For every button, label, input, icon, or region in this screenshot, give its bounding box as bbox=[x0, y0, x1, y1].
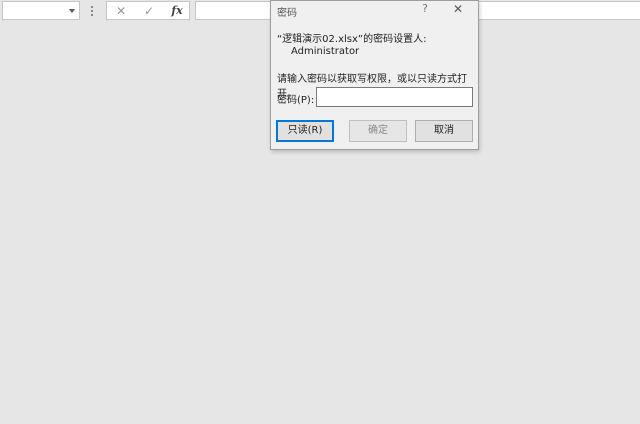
owner-name: Administrator bbox=[291, 46, 360, 57]
readonly-button[interactable]: 只读(R) bbox=[276, 120, 334, 142]
name-box[interactable] bbox=[2, 1, 80, 20]
password-dialog: 密码 ? ✕ “逻辑演示02.xlsx”的密码设置人: Administrato… bbox=[270, 0, 479, 150]
ok-button[interactable]: 确定 bbox=[349, 120, 407, 142]
check-icon[interactable]: ✓ bbox=[139, 3, 159, 19]
formula-buttons: ✕ ✓ fx bbox=[106, 1, 190, 20]
insert-function-icon[interactable]: fx bbox=[167, 3, 187, 19]
help-icon[interactable]: ? bbox=[419, 2, 431, 16]
dialog-title: 密码 bbox=[277, 8, 297, 19]
password-input[interactable] bbox=[316, 87, 473, 107]
cancel-button[interactable]: 取消 bbox=[415, 120, 473, 142]
chevron-down-icon[interactable] bbox=[69, 9, 75, 13]
password-label: 密码(P): bbox=[277, 95, 315, 106]
cancel-icon[interactable]: ✕ bbox=[111, 3, 131, 19]
file-owner-message: “逻辑演示02.xlsx”的密码设置人: bbox=[277, 34, 427, 45]
close-icon[interactable]: ✕ bbox=[451, 2, 465, 16]
dialog-titlebar[interactable]: 密码 ? ✕ bbox=[271, 1, 478, 19]
grip-icon bbox=[91, 6, 93, 16]
